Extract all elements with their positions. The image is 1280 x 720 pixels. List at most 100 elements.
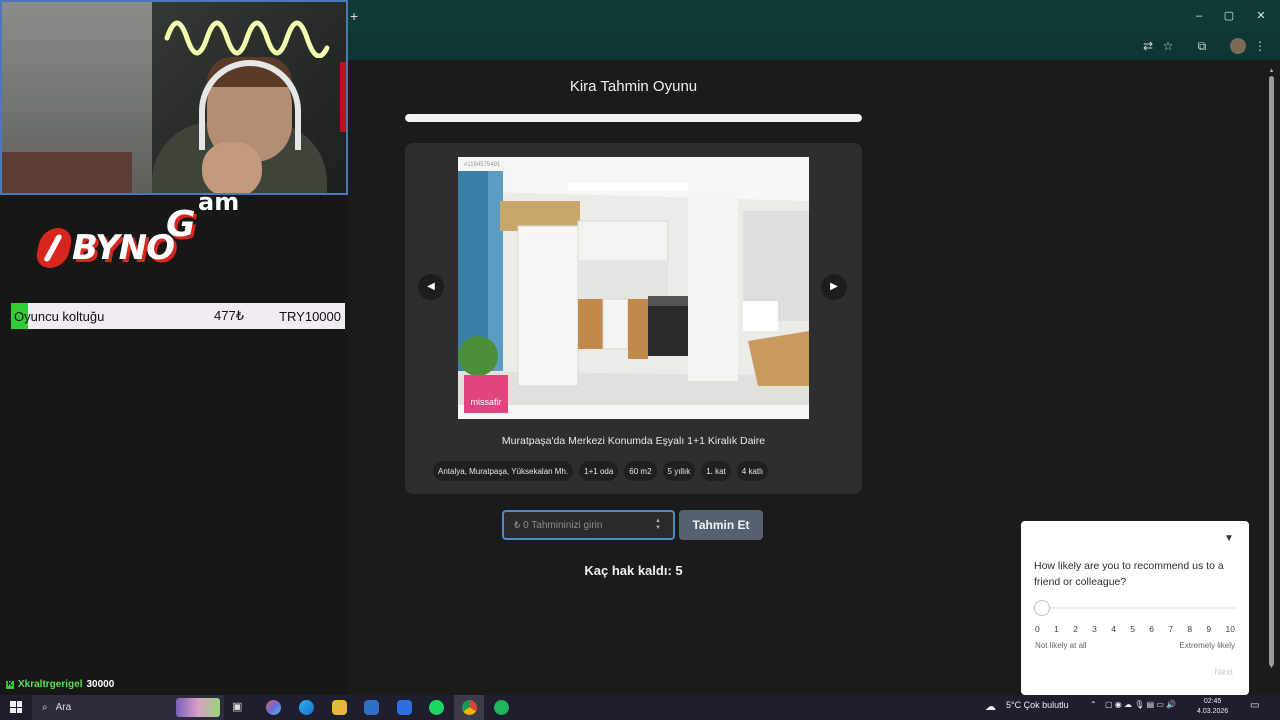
tag-rooms: 1+1 oda xyxy=(579,461,619,481)
weather-text[interactable]: 5°C Çok bulutlu xyxy=(1006,700,1069,710)
page-content: Kira Tahmin Oyunu #1164575491 missafir ◀… xyxy=(348,60,1264,695)
search-icon: ⌕ xyxy=(42,702,48,713)
windows-taskbar: ⌕ Ara ▣ ☁ 5°C Çok bulutlu ⌃ ▢ ◉ ☁ 🎙 ▤ ▭ … xyxy=(0,695,1280,720)
profile-avatar[interactable] xyxy=(1230,38,1246,54)
next-photo-button[interactable]: ▶ xyxy=(821,274,847,300)
listing-photo xyxy=(458,171,809,405)
screen: BYNO G am Oyuncu koltuğu 477₺ TRY10000 K… xyxy=(0,0,1280,720)
edge-icon[interactable] xyxy=(299,700,314,715)
webcam-shelf xyxy=(2,152,132,193)
page-title: Kira Tahmin Oyunu xyxy=(569,78,698,95)
new-tab-button[interactable]: + xyxy=(350,8,360,24)
logo-g: G xyxy=(166,204,196,245)
taskbar-clock[interactable]: 02:45 4.03.2026 xyxy=(1197,697,1228,717)
scale-7[interactable]: 7 xyxy=(1168,624,1173,634)
webcam-feed xyxy=(0,0,348,195)
scale-0[interactable]: 0 xyxy=(1035,624,1040,634)
donation-goal-amount: TRY10000 xyxy=(279,308,341,324)
scale-3[interactable]: 3 xyxy=(1092,624,1097,634)
bookmark-star-icon[interactable]: ☆ xyxy=(1160,38,1176,54)
translate-icon[interactable]: ⇄ xyxy=(1140,38,1156,54)
tag-floor: 1. kat xyxy=(701,461,731,481)
game-progress-fill xyxy=(405,114,862,122)
tag-age: 5 yıllık xyxy=(662,461,696,481)
maximize-button[interactable]: ▢ xyxy=(1221,8,1237,24)
listing-tags: Antalya, Muratpaşa, Yüksekalan Mh. 1+1 o… xyxy=(433,461,769,481)
taskbar-search-text: Ara xyxy=(55,702,72,713)
listing-title: Muratpaşa'da Merkezi Konumda Eşyalı 1+1 … xyxy=(501,435,766,447)
submit-guess-button[interactable]: Tahmin Et xyxy=(679,510,763,540)
mail-icon[interactable] xyxy=(397,700,412,715)
survey-low-label: Not likely at all xyxy=(1035,641,1087,650)
scroll-up-icon[interactable]: ▲ xyxy=(1267,68,1276,74)
survey-slider-track[interactable] xyxy=(1034,607,1236,609)
logo-am: am xyxy=(198,188,240,216)
scroll-thumb[interactable] xyxy=(1269,76,1274,666)
listing-card: #1164575491 missafir ◀ ▶ Muratpaşa'da Me… xyxy=(405,143,862,494)
tag-area: 60 m2 xyxy=(624,461,657,481)
game-progress-bar xyxy=(405,114,862,122)
logo-bolt-icon xyxy=(33,228,75,268)
browser-titlebar: + – ▢ ✕ xyxy=(348,0,1280,32)
number-stepper-icon[interactable]: ▲ ▼ xyxy=(654,518,662,532)
donation-goal-row: Oyuncu koltuğu 477₺ TRY10000 xyxy=(11,303,345,329)
kick-badge-icon: K xyxy=(6,680,14,689)
survey-slider-handle[interactable] xyxy=(1034,600,1050,616)
tag-building-floors: 4 katlı xyxy=(736,461,769,481)
page-scrollbar[interactable]: ▲ ▼ xyxy=(1266,68,1276,670)
survey-high-label: Extremely likely xyxy=(1179,641,1235,650)
taskbar-search[interactable]: ⌕ Ara xyxy=(32,695,224,720)
donation-goal-name: Oyuncu koltuğu xyxy=(14,308,105,324)
scale-4[interactable]: 4 xyxy=(1111,624,1116,634)
guess-input[interactable]: ₺ 0 Tahmininizi girin ▲ ▼ xyxy=(502,510,675,540)
scale-9[interactable]: 9 xyxy=(1206,624,1211,634)
clock-time: 02:45 xyxy=(1203,698,1222,705)
tray-apps-icon[interactable]: ▢ ◉ ☁ 🎙 ▤ ▭ 🔊 xyxy=(1105,700,1176,709)
chrome-profile-icon[interactable] xyxy=(494,700,509,715)
extensions-icon[interactable]: ⧉ xyxy=(1194,38,1210,54)
weather-icon[interactable]: ☁ xyxy=(985,700,996,713)
survey-scale: 0 1 2 3 4 5 6 7 8 9 10 xyxy=(1035,624,1235,634)
minimize-button[interactable]: – xyxy=(1191,8,1207,24)
file-explorer-icon[interactable] xyxy=(332,700,347,715)
scale-1[interactable]: 1 xyxy=(1054,624,1059,634)
task-view-icon[interactable]: ▣ xyxy=(232,700,247,715)
spotify-icon[interactable] xyxy=(429,700,444,715)
scale-6[interactable]: 6 xyxy=(1149,624,1154,634)
listing-photo-id: #1164575491 xyxy=(464,162,501,168)
scale-2[interactable]: 2 xyxy=(1073,624,1078,634)
clock-date: 4.03.2026 xyxy=(1197,708,1229,715)
windows-start-icon[interactable] xyxy=(10,701,22,713)
nps-survey-popup: ▼ How likely are you to recommend us to … xyxy=(1021,521,1249,695)
chrome-icon[interactable] xyxy=(462,700,477,715)
tag-location: Antalya, Muratpaşa, Yüksekalan Mh. xyxy=(433,461,574,481)
notification-icon[interactable]: ▭ xyxy=(1250,700,1259,711)
stream-overlay: BYNO G am Oyuncu koltuğu 477₺ TRY10000 K… xyxy=(0,0,350,695)
collapse-chevron-icon[interactable]: ▼ xyxy=(1224,533,1234,544)
chat-username: Xkraltrgerigel xyxy=(18,679,83,690)
store-icon[interactable] xyxy=(364,700,379,715)
remaining-tries: Kaç hak kaldı: 5 xyxy=(584,563,683,578)
chat-amount: 30000 xyxy=(86,679,115,690)
guess-input-placeholder: ₺ 0 Tahmininizi girin xyxy=(514,519,603,531)
kitchen-photo-illustration xyxy=(458,171,809,405)
webcam-red-light xyxy=(340,62,346,132)
chat-message: K Xkraltrgerigel 30000 xyxy=(6,679,114,690)
missafir-watermark: missafir xyxy=(464,375,508,413)
survey-next-button[interactable]: Next xyxy=(1214,667,1233,677)
browser-window: + – ▢ ✕ ⇄ ☆ ⧉ ⋮ Kira Tahmin Oyunu #11645… xyxy=(348,0,1280,695)
scale-10[interactable]: 10 xyxy=(1225,624,1234,634)
scale-8[interactable]: 8 xyxy=(1187,624,1192,634)
donation-goal-price: 477₺ xyxy=(214,308,244,323)
search-highlight-image xyxy=(176,698,220,717)
listing-photo-frame: #1164575491 missafir xyxy=(458,157,809,419)
prev-photo-button[interactable]: ◀ xyxy=(418,274,444,300)
copilot-icon[interactable] xyxy=(266,700,281,715)
scale-5[interactable]: 5 xyxy=(1130,624,1135,634)
tray-overflow-icon[interactable]: ⌃ xyxy=(1090,700,1097,709)
close-button[interactable]: ✕ xyxy=(1253,8,1269,24)
browser-menu-icon[interactable]: ⋮ xyxy=(1252,38,1268,54)
logo-text: BYNO xyxy=(72,228,175,268)
neon-light xyxy=(164,20,330,58)
scroll-down-icon[interactable]: ▼ xyxy=(1267,664,1276,670)
